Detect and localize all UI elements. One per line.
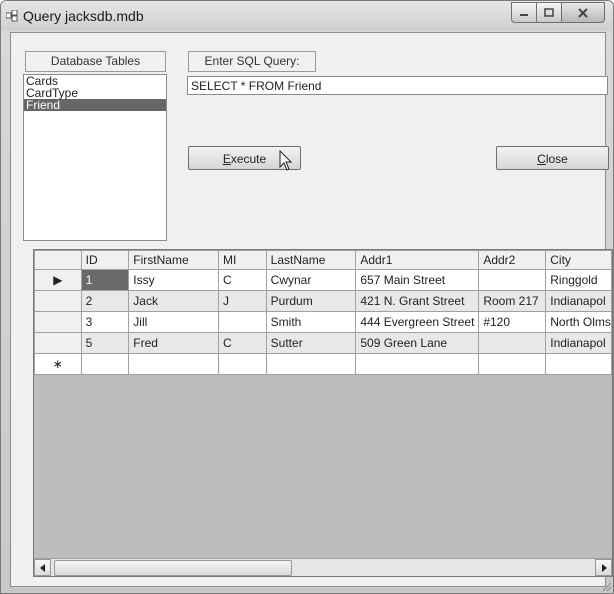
table-cell[interactable]: #120	[478, 311, 547, 333]
resize-grip-icon[interactable]	[600, 580, 612, 592]
close-button[interactable]: Close	[496, 146, 609, 170]
results-datagrid[interactable]: ID FirstName MI LastName Addr1 Addr2 Cit…	[33, 249, 613, 577]
table-cell[interactable]: Cwynar	[265, 269, 357, 291]
table-cell[interactable]: 2	[80, 290, 130, 312]
row-header[interactable]	[34, 332, 82, 354]
table-cell[interactable]	[217, 353, 267, 375]
table-cell[interactable]	[545, 353, 612, 375]
table-cell[interactable]	[355, 353, 480, 375]
database-tables-label: Database Tables	[25, 51, 166, 72]
caption-buttons	[511, 2, 605, 23]
maximize-icon	[544, 7, 554, 17]
execute-mnemonic: E	[222, 152, 231, 166]
app-icon	[6, 10, 18, 22]
row-header-corner	[34, 250, 82, 270]
query-window: Query jacksdb.mdb Database Tables Cards …	[0, 0, 614, 594]
table-cell[interactable]	[478, 332, 547, 354]
table-item-friend[interactable]: Friend	[24, 99, 166, 111]
table-cell[interactable]	[478, 269, 547, 291]
table-cell[interactable]	[80, 353, 130, 375]
scrollbar-thumb[interactable]	[54, 560, 292, 576]
table-cell[interactable]: J	[217, 290, 267, 312]
table-row[interactable]: ▶ 1 Issy C Cwynar 657 Main Street Ringgo…	[34, 269, 612, 291]
scroll-left-button[interactable]	[34, 559, 51, 576]
close-mnemonic: C	[537, 152, 546, 166]
table-cell[interactable]: Smith	[265, 311, 357, 333]
column-header[interactable]: City	[545, 250, 612, 270]
table-cell[interactable]: 1	[80, 269, 130, 291]
column-header[interactable]: Addr1	[355, 250, 480, 270]
horizontal-scrollbar[interactable]	[34, 558, 612, 576]
table-cell[interactable]	[478, 353, 547, 375]
table-cell[interactable]: Issy	[128, 269, 219, 291]
table-cell[interactable]: Sutter	[265, 332, 357, 354]
new-row-indicator[interactable]: ∗	[34, 353, 82, 375]
table-cell[interactable]: C	[217, 269, 267, 291]
scroll-right-button[interactable]	[595, 559, 612, 576]
table-cell[interactable]: Jack	[128, 290, 219, 312]
column-header[interactable]: ID	[80, 250, 130, 270]
sql-query-label: Enter SQL Query:	[188, 51, 316, 72]
column-header[interactable]: MI	[217, 250, 267, 270]
table-row[interactable]: 2 Jack J Purdum 421 N. Grant Street Room…	[34, 290, 612, 312]
minimize-button[interactable]	[511, 2, 536, 23]
table-row[interactable]: 3 Jill Smith 444 Evergreen Street #120 N…	[34, 311, 612, 333]
table-cell[interactable]: 3	[80, 311, 130, 333]
table-cell[interactable]: Indianapol	[545, 290, 612, 312]
table-cell[interactable]: 509 Green Lane	[355, 332, 480, 354]
header-row: ID FirstName MI LastName Addr1 Addr2 Cit…	[34, 250, 612, 270]
table-cell[interactable]: 5	[80, 332, 130, 354]
results-table: ID FirstName MI LastName Addr1 Addr2 Cit…	[34, 250, 612, 375]
tables-listbox[interactable]: Cards CardType Friend	[23, 74, 167, 241]
table-cell[interactable]: C	[217, 332, 267, 354]
current-row-indicator[interactable]: ▶	[34, 269, 82, 291]
table-row[interactable]: 5 Fred C Sutter 509 Green Lane Indianapo…	[34, 332, 612, 354]
table-cell[interactable]: Jill	[128, 311, 219, 333]
title-bar[interactable]: Query jacksdb.mdb	[1, 1, 613, 31]
row-header[interactable]	[34, 290, 82, 312]
table-cell[interactable]: Ringgold	[545, 269, 612, 291]
table-cell[interactable]: Indianapol	[545, 332, 612, 354]
column-header[interactable]: LastName	[265, 250, 357, 270]
execute-label: xecute	[230, 152, 267, 166]
table-cell[interactable]	[217, 311, 267, 333]
table-cell[interactable]	[265, 353, 357, 375]
mouse-cursor-icon	[279, 150, 293, 171]
sql-query-input[interactable]: SELECT * FROM Friend	[187, 76, 608, 95]
table-cell[interactable]: Room 217	[478, 290, 547, 312]
column-header[interactable]: Addr2	[478, 250, 547, 270]
window-title: Query jacksdb.mdb	[23, 8, 144, 24]
row-header[interactable]	[34, 311, 82, 333]
scroll-right-icon	[601, 563, 607, 572]
scroll-left-icon	[39, 563, 45, 572]
maximize-button[interactable]	[536, 2, 561, 23]
table-cell[interactable]: 444 Evergreen Street	[355, 311, 480, 333]
close-window-button[interactable]	[561, 2, 605, 23]
table-cell[interactable]: North Olms	[545, 311, 612, 333]
close-icon	[578, 7, 588, 18]
close-label: lose	[545, 152, 568, 166]
new-row[interactable]: ∗	[34, 353, 612, 375]
table-cell[interactable]: Fred	[128, 332, 219, 354]
table-cell[interactable]: 657 Main Street	[355, 269, 480, 291]
minimize-icon	[520, 13, 528, 16]
table-cell[interactable]: Purdum	[265, 290, 357, 312]
table-cell[interactable]	[128, 353, 219, 375]
table-cell[interactable]: 421 N. Grant Street	[355, 290, 480, 312]
column-header[interactable]: FirstName	[128, 250, 219, 270]
